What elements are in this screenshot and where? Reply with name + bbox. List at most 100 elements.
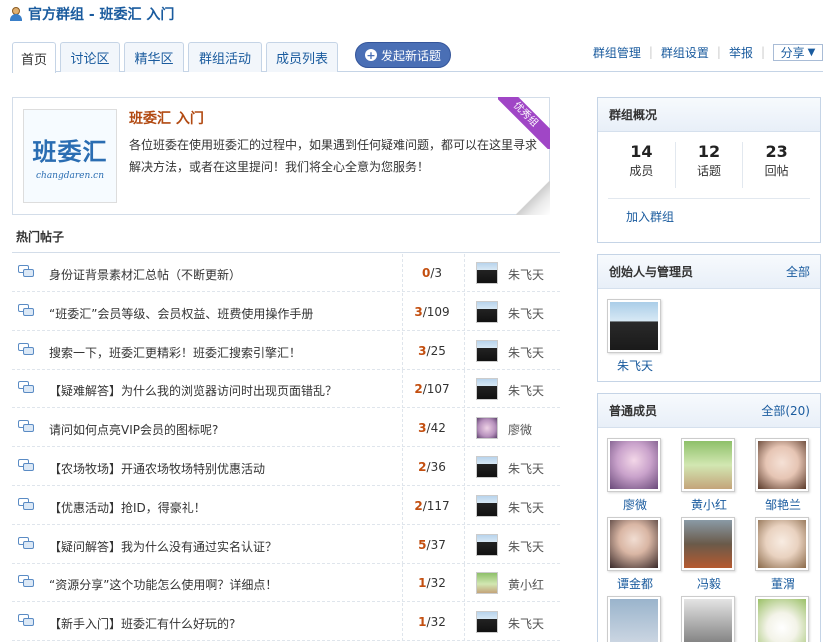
join-group-link[interactable]: 加入群组 [626,208,674,225]
author-avatar[interactable] [476,611,498,634]
post-stats: 3/109 [404,305,460,319]
post-title[interactable]: “班委汇”会员等级、会员权益、班费使用操作手册 [49,305,313,322]
panel-title: 普通成员 [609,404,658,418]
post-title[interactable]: 【新手入门】班委汇有什么好玩的? [49,615,235,632]
member-item[interactable] [755,596,811,642]
avatar[interactable] [607,517,661,571]
admin-member[interactable]: 朱飞天 [607,299,663,374]
reply-count: 1 [418,576,427,591]
member-item[interactable]: 冯毅 [681,517,737,592]
post-author[interactable]: 朱飞天 [508,460,544,477]
author-avatar[interactable] [476,533,498,556]
post-title[interactable]: 身份证背景素材汇总帖（不断更新） [49,266,241,283]
member-item[interactable] [681,596,737,642]
logo-sub-text: changdaren.cn [35,170,104,181]
divider [464,331,465,370]
member-item[interactable]: 邹艳兰 [755,438,811,513]
post-row[interactable]: 【疑问解答】我为什么没有通过实名认证？ 5/37 朱飞天 [12,525,560,564]
post-title[interactable]: 【疑问解答】我为什么没有通过实名认证？ [49,538,277,555]
divider [402,603,403,642]
post-title[interactable]: 搜索一下，班委汇更精彩！班委汇搜索引擎汇！ [49,344,301,361]
stat-members[interactable]: 14 成员 [608,142,676,188]
new-topic-button[interactable]: + 发起新话题 [355,42,451,68]
group-manage-link[interactable]: 群组管理 [593,44,641,61]
member-name[interactable]: 谭金都 [607,575,663,592]
member-item[interactable]: 董渭 [755,517,811,592]
member-name[interactable]: 董渭 [755,575,811,592]
avatar[interactable] [681,517,735,571]
share-button[interactable]: 分享 ▼ [773,43,823,61]
author-avatar[interactable] [476,300,498,323]
member-name[interactable]: 冯毅 [681,575,737,592]
author-avatar[interactable] [476,456,498,478]
member-name[interactable]: 廖微 [607,496,663,513]
avatar[interactable] [607,299,661,353]
post-title[interactable]: “资源分享”这个功能怎么使用啊？详细点！ [49,576,277,593]
post-row[interactable]: “班委汇”会员等级、会员权益、班费使用操作手册 3/109 朱飞天 [12,292,560,331]
post-row[interactable]: 【农场牧场】开通农场牧场特别优惠活动 2/36 朱飞天 [12,448,560,486]
member-name[interactable]: 朱飞天 [607,357,663,374]
post-author[interactable]: 黄小红 [508,576,544,593]
post-author[interactable]: 朱飞天 [508,538,544,555]
post-author[interactable]: 朱飞天 [508,499,544,516]
post-stats: 2/117 [404,499,460,513]
author-avatar[interactable] [476,339,498,362]
post-title[interactable]: 【优惠活动】抢ID，得豪礼！ [49,499,206,516]
member-item[interactable]: 廖微 [607,438,663,513]
avatar[interactable] [607,438,661,492]
group-settings-link[interactable]: 群组设置 [661,44,709,61]
post-author[interactable]: 朱飞天 [508,615,544,632]
panel-header: 普通成员 全部(20) [598,394,820,428]
author-avatar[interactable] [476,572,498,595]
post-title[interactable]: 请问如何点亮VIP会员的图标呢? [49,421,218,438]
divider [402,331,403,370]
author-avatar[interactable] [476,262,498,284]
avatar[interactable] [681,438,735,492]
tab-activities[interactable]: 群组活动 [188,42,262,72]
view-count: 107 [426,382,450,397]
avatar[interactable] [755,517,809,571]
member-name[interactable]: 邹艳兰 [755,496,811,513]
admins-all-link[interactable]: 全部 [786,263,810,280]
reply-count: 3 [418,421,427,436]
post-row[interactable]: 【新手入门】班委汇有什么好玩的? 1/32 朱飞天 [12,603,560,642]
avatar[interactable] [607,596,661,642]
post-title[interactable]: 【疑难解答】为什么我的浏览器访问时出现页面错乱？ [49,382,337,399]
post-author[interactable]: 廖微 [508,421,532,438]
post-row[interactable]: 请问如何点亮VIP会员的图标呢? 3/42 廖微 [12,409,560,448]
member-item[interactable] [607,596,663,642]
author-avatar[interactable] [476,494,498,517]
author-avatar[interactable] [476,378,498,401]
post-author[interactable]: 朱飞天 [508,305,544,322]
avatar[interactable] [681,596,735,642]
member-name[interactable]: 黄小红 [681,496,737,513]
post-row[interactable]: “资源分享”这个功能怎么使用啊？详细点！ 1/32 黄小红 [12,564,560,603]
report-link[interactable]: 举报 [729,44,753,61]
post-author[interactable]: 朱飞天 [508,382,544,399]
tab-discussion[interactable]: 讨论区 [60,42,120,72]
post-row[interactable]: 【优惠活动】抢ID，得豪礼！ 2/117 朱飞天 [12,486,560,525]
divider [464,564,465,603]
divider [464,448,465,486]
divider: | [760,45,765,59]
tab-members[interactable]: 成员列表 [266,42,338,72]
avatar[interactable] [755,596,809,642]
post-row[interactable]: 身份证背景素材汇总帖（不断更新） 0/3 朱飞天 [12,254,560,292]
avatar[interactable] [755,438,809,492]
comment-icon [18,265,34,279]
post-author[interactable]: 朱飞天 [508,344,544,361]
member-item[interactable]: 谭金都 [607,517,663,592]
post-author[interactable]: 朱飞天 [508,266,544,283]
tab-home[interactable]: 首页 [12,42,56,73]
stat-topics[interactable]: 12 话题 [676,142,744,188]
view-count: 117 [426,498,450,513]
members-all-link[interactable]: 全部(20) [761,402,810,419]
member-item[interactable]: 黄小红 [681,438,737,513]
tab-essence[interactable]: 精华区 [124,42,184,72]
post-title[interactable]: 【农场牧场】开通农场牧场特别优惠活动 [49,460,265,477]
post-row[interactable]: 搜索一下，班委汇更精彩！班委汇搜索引擎汇！ 3/25 朱飞天 [12,331,560,370]
author-avatar[interactable] [476,417,498,440]
post-row[interactable]: 【疑难解答】为什么我的浏览器访问时出现页面错乱？ 2/107 朱飞天 [12,370,560,409]
stat-label: 回帖 [764,164,789,178]
stat-replies[interactable]: 23 回帖 [743,142,810,188]
